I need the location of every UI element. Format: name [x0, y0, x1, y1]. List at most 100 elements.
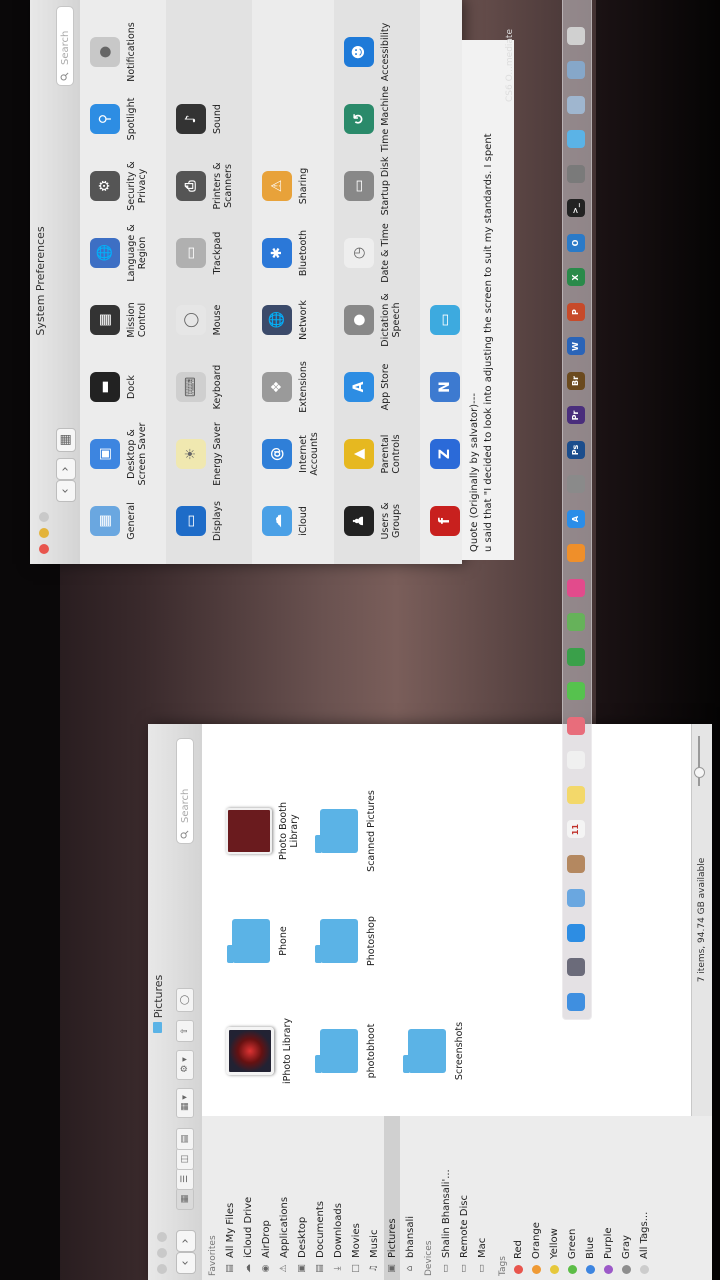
sidebar-device-shalin-bhansali[interactable]: ▭ Shalin Bhansali'...: [438, 1169, 454, 1274]
sidebar-device-remote-disc[interactable]: ▭ Remote Disc: [456, 1195, 472, 1274]
pref-accessibility[interactable]: ☻ Accessibility: [344, 17, 391, 87]
forward-button[interactable]: ›: [56, 458, 76, 480]
show-all-button[interactable]: ▦: [56, 428, 76, 452]
finder-icon[interactable]: [567, 993, 585, 1011]
pref-app-store[interactable]: A App Store: [344, 352, 391, 422]
cover-flow-button[interactable]: ▤: [176, 1128, 194, 1150]
prefs-icon[interactable]: [567, 475, 585, 494]
sidebar-item-documents[interactable]: ▤ Documents: [312, 1116, 328, 1280]
sysprefs-search-field[interactable]: Search: [56, 6, 74, 86]
pref-users-groups[interactable]: ♟ Users & Groups: [344, 486, 402, 556]
pref-trackpad[interactable]: ▭ Trackpad: [176, 218, 223, 288]
sidebar-tag-yellow[interactable]: Yellow: [546, 1228, 562, 1274]
messages-icon[interactable]: [567, 682, 585, 701]
downloads-stack-icon[interactable]: [567, 61, 585, 80]
forward-button[interactable]: ›: [176, 1230, 196, 1252]
sidebar-item-pictures[interactable]: ▣ Pictures: [384, 1116, 400, 1280]
utilities-icon[interactable]: [567, 165, 585, 183]
sidebar-tag-green[interactable]: Green: [564, 1229, 580, 1274]
ibooks-icon[interactable]: [567, 544, 585, 563]
word-icon[interactable]: W: [567, 337, 585, 356]
sidebar-tag-gray[interactable]: Gray: [618, 1235, 634, 1274]
pref-switchresx[interactable]: ▭SwitchResX: [430, 285, 462, 355]
sidebar-tag-orange[interactable]: Orange: [528, 1222, 544, 1274]
safari-icon[interactable]: [567, 924, 585, 942]
excel-icon[interactable]: X: [567, 268, 585, 287]
icon-view-button[interactable]: ▦: [176, 1188, 194, 1210]
pref-dock[interactable]: ▬ Dock: [90, 352, 137, 422]
documents-stack-icon[interactable]: [567, 96, 585, 114]
pref-sharing[interactable]: ⚠ Sharing: [262, 151, 309, 221]
action-gear-button[interactable]: ⚙ ▾: [176, 1050, 194, 1080]
pref-spotlight[interactable]: ⚲ Spotlight: [90, 84, 137, 154]
pref-parental-controls[interactable]: ▲ Parental Controls: [344, 419, 402, 489]
pref-flash-player[interactable]: fFlash Player: [430, 486, 462, 556]
sidebar-tag-purple[interactable]: Purple: [600, 1227, 616, 1274]
back-button[interactable]: ‹: [176, 1252, 196, 1274]
photoshop-folder[interactable]: Photoshop: [320, 896, 377, 986]
maps-icon[interactable]: [567, 613, 585, 632]
pref-date-time[interactable]: ◷ Date & Time: [344, 218, 391, 288]
sidebar-item-desktop[interactable]: ▣ Desktop: [294, 1116, 310, 1280]
share-button[interactable]: ⇧: [176, 1020, 194, 1042]
pref-printers-scanners[interactable]: ⎙ Printers & Scanners: [176, 151, 234, 221]
pref-bluetooth[interactable]: ✱ Bluetooth: [262, 218, 309, 288]
mail-icon[interactable]: [567, 889, 585, 908]
pref-keyboard[interactable]: ⌨ Keyboard: [176, 352, 223, 422]
pref-security-privacy[interactable]: ⚙ Security & Privacy: [90, 151, 148, 221]
pref-energy-saver[interactable]: ☀ Energy Saver: [176, 419, 223, 489]
back-button[interactable]: ‹: [56, 480, 76, 502]
sidebar-item-bhansali[interactable]: ⌂ bhansali: [402, 1116, 418, 1280]
sidebar-item-all-my-files[interactable]: ▤ All My Files: [222, 1116, 238, 1280]
pref-displays[interactable]: ▭ Displays: [176, 486, 223, 556]
trash-icon[interactable]: [567, 27, 585, 45]
notes-icon[interactable]: [567, 786, 585, 804]
itunes-icon[interactable]: [567, 579, 585, 597]
calendar-icon[interactable]: 11: [567, 820, 585, 839]
pref-extensions[interactable]: ❖ Extensions: [262, 352, 309, 422]
pref-ntfs-for-mac-os-x[interactable]: NNTFS for Mac OS X: [430, 352, 462, 422]
pref-sound[interactable]: ♪ Sound: [176, 84, 223, 154]
outlook-icon[interactable]: O: [567, 234, 585, 252]
br-icon[interactable]: Br: [567, 372, 585, 390]
column-view-button[interactable]: ◫: [176, 1148, 194, 1170]
pref-mission-control[interactable]: ▦ Mission Control: [90, 285, 148, 355]
screenshots-folder[interactable]: Screenshots: [408, 1006, 465, 1096]
iphoto-library-item[interactable]: iPhoto Library: [226, 1006, 293, 1096]
scanned-pictures-folder[interactable]: Scanned Pictures: [320, 786, 377, 876]
pr-icon[interactable]: Pr: [567, 406, 585, 425]
sidebar-device-mac[interactable]: ▭ Mac: [474, 1238, 490, 1274]
pref-general[interactable]: ▦ General: [90, 486, 137, 556]
phone-folder[interactable]: Phone: [232, 896, 289, 986]
tag-button[interactable]: ◯: [176, 988, 194, 1012]
pref-nosleep[interactable]: ZNoSleep: [430, 419, 462, 489]
reminders-icon[interactable]: [567, 751, 585, 770]
appstore-icon[interactable]: A: [567, 510, 585, 528]
pref-time-machine[interactable]: ↺ Time Machine: [344, 84, 391, 154]
pref-startup-disk[interactable]: ▭ Startup Disk: [344, 151, 391, 221]
pref-network[interactable]: 🌐 Network: [262, 285, 309, 355]
sidebar-item-icloud-drive[interactable]: ☁ iCloud Drive: [240, 1116, 256, 1280]
sidebar-item-downloads[interactable]: ⤓ Downloads: [330, 1116, 346, 1280]
sidebar-item-movies[interactable]: □ Movies: [348, 1116, 364, 1280]
photo-booth-library-item[interactable]: Photo Booth Library: [226, 786, 300, 876]
sidebar-tag-all-tags[interactable]: All Tags...: [636, 1212, 652, 1274]
sidebar-item-airdrop[interactable]: ◉ AirDrop: [258, 1116, 274, 1280]
contacts-icon[interactable]: [567, 855, 585, 873]
sidebar-tag-red[interactable]: Red: [510, 1240, 526, 1274]
sidebar-tag-blue[interactable]: Blue: [582, 1237, 598, 1274]
pref-icloud[interactable]: ☁ iCloud: [262, 486, 309, 556]
pref-internet-accounts[interactable]: @ Internet Accounts: [262, 419, 320, 489]
arrange-button[interactable]: ▦ ▾: [176, 1088, 194, 1118]
ps-icon[interactable]: Ps: [567, 441, 585, 459]
ppt-icon[interactable]: P: [567, 303, 585, 321]
icon-size-slider[interactable]: [698, 736, 700, 786]
facetime-icon[interactable]: [567, 648, 585, 666]
launchpad-icon[interactable]: [567, 958, 585, 977]
list-view-button[interactable]: ☰: [176, 1168, 194, 1190]
terminal-icon[interactable]: >_: [567, 199, 585, 218]
sidebar-item-applications[interactable]: ⚠ Applications: [276, 1116, 292, 1280]
folder-icon[interactable]: [567, 130, 585, 149]
pref-dictation-speech[interactable]: ● Dictation & Speech: [344, 285, 402, 355]
photos-icon[interactable]: [567, 717, 585, 735]
